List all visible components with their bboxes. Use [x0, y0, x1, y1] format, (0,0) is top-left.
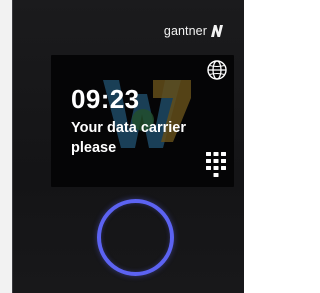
instruction-line-1: Your data carrier [71, 120, 186, 136]
clock-time: 09:23 [71, 84, 140, 114]
display-screen: 09:23 Your data carrier please [51, 55, 234, 187]
access-terminal: gantner 09:23 Your data carrier please [12, 0, 244, 293]
keypad-icon[interactable] [205, 151, 227, 181]
globe-icon[interactable] [206, 59, 228, 81]
brand-name: gantner [163, 24, 207, 38]
rfid-reader-ring[interactable] [97, 199, 174, 276]
gantner-n-logo-icon [211, 25, 223, 37]
brand-logo: gantner [164, 24, 224, 38]
terminal-photo: gantner 09:23 Your data carrier please [0, 0, 244, 293]
background-edge [0, 0, 12, 293]
